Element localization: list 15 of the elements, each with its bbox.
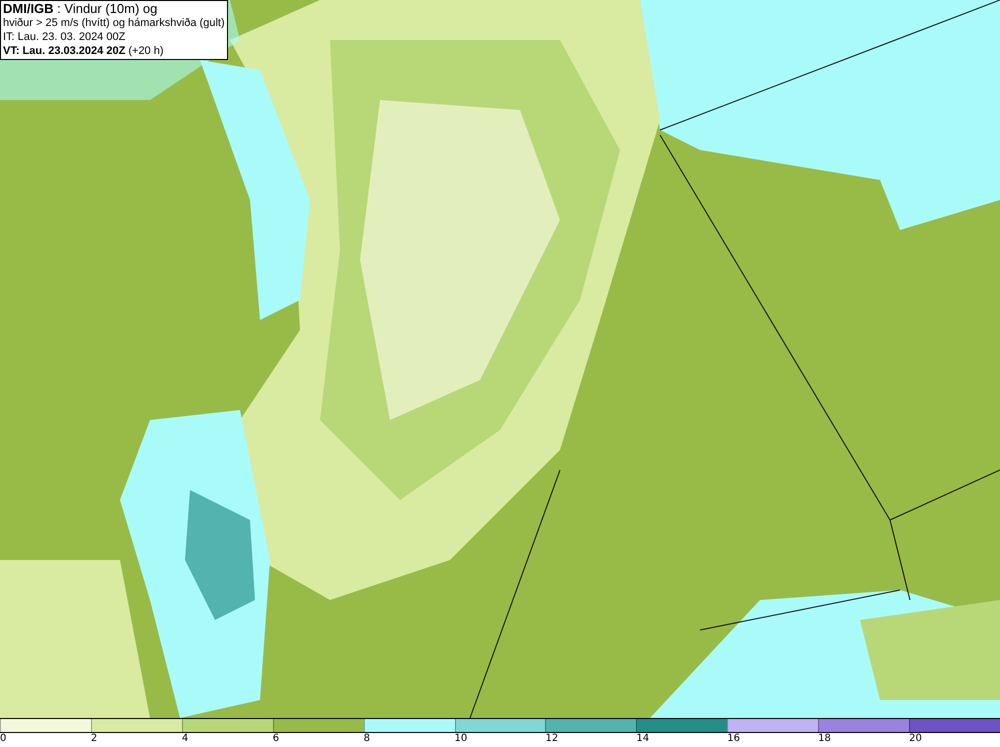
info-text: DMI/IGB : Vindur (10m) og (3, 2, 158, 16)
info-text: hviður > 25 m/s (hvítt) og hámarkshviða (gult) (3, 16, 225, 30)
colorbar-label: 16 (727, 733, 740, 745)
colorbar-label: 10 (454, 733, 468, 745)
colorbar-label: 12 (545, 733, 558, 745)
colorbar-label: 20 (909, 733, 922, 745)
info-text: IT: Lau. 23. 03. 2024 00Z (3, 30, 126, 44)
colorbar-label: 8 (364, 733, 370, 745)
colorbar-label: 2 (90, 733, 98, 745)
colorbar-label: 6 (272, 733, 280, 745)
info-text: VT: Lau. 23.03.2024 20Z (+20 h) (3, 44, 165, 58)
colorbar-label: 0 (0, 733, 6, 745)
colorbar-label: 4 (182, 733, 188, 745)
colorbar-label: 14 (636, 733, 650, 745)
colorbar-label: 18 (818, 733, 831, 745)
